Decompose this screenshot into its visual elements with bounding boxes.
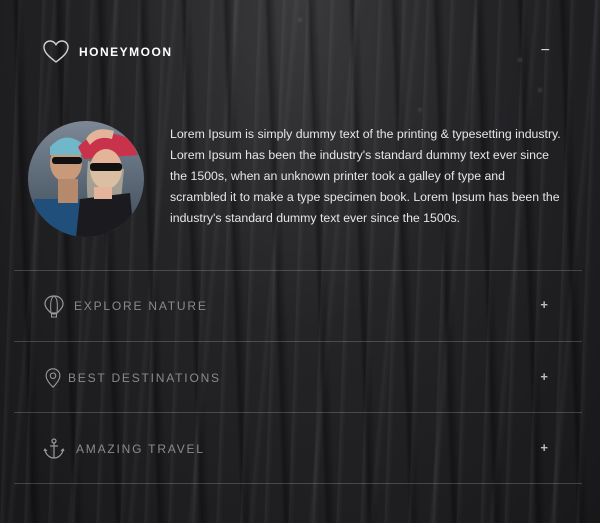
expand-toggle[interactable]: +: [540, 369, 548, 384]
couple-photo: [28, 121, 144, 237]
accordion-header-best-destinations[interactable]: BEST DESTINATIONS +: [14, 363, 582, 393]
accordion-body-text: Lorem Ipsum is simply dummy text of the …: [170, 127, 561, 225]
divider: [14, 412, 582, 413]
accordion-title: AMAZING TRAVEL: [76, 442, 205, 456]
location-pin-icon: [45, 368, 61, 388]
expand-toggle[interactable]: +: [540, 297, 548, 312]
anchor-icon: [43, 438, 65, 459]
divider: [14, 483, 582, 484]
accordion-title: HONEYMOON: [79, 45, 173, 59]
accordion-title: BEST DESTINATIONS: [68, 371, 221, 385]
divider: [14, 341, 582, 342]
heart-icon: [43, 40, 69, 63]
collapse-toggle[interactable]: −: [541, 42, 550, 60]
accordion-header-amazing-travel[interactable]: AMAZING TRAVEL +: [14, 434, 582, 464]
accordion: HONEYMOON − Lorem Ipsum is simply dummy …: [0, 0, 600, 523]
accordion-title: EXPLORE NATURE: [74, 299, 208, 313]
expand-toggle[interactable]: +: [540, 440, 548, 455]
accordion-header-honeymoon[interactable]: HONEYMOON −: [42, 38, 550, 66]
accordion-header-explore-nature[interactable]: EXPLORE NATURE +: [14, 291, 582, 321]
divider: [14, 270, 582, 271]
hot-air-balloon-icon: [44, 295, 64, 318]
